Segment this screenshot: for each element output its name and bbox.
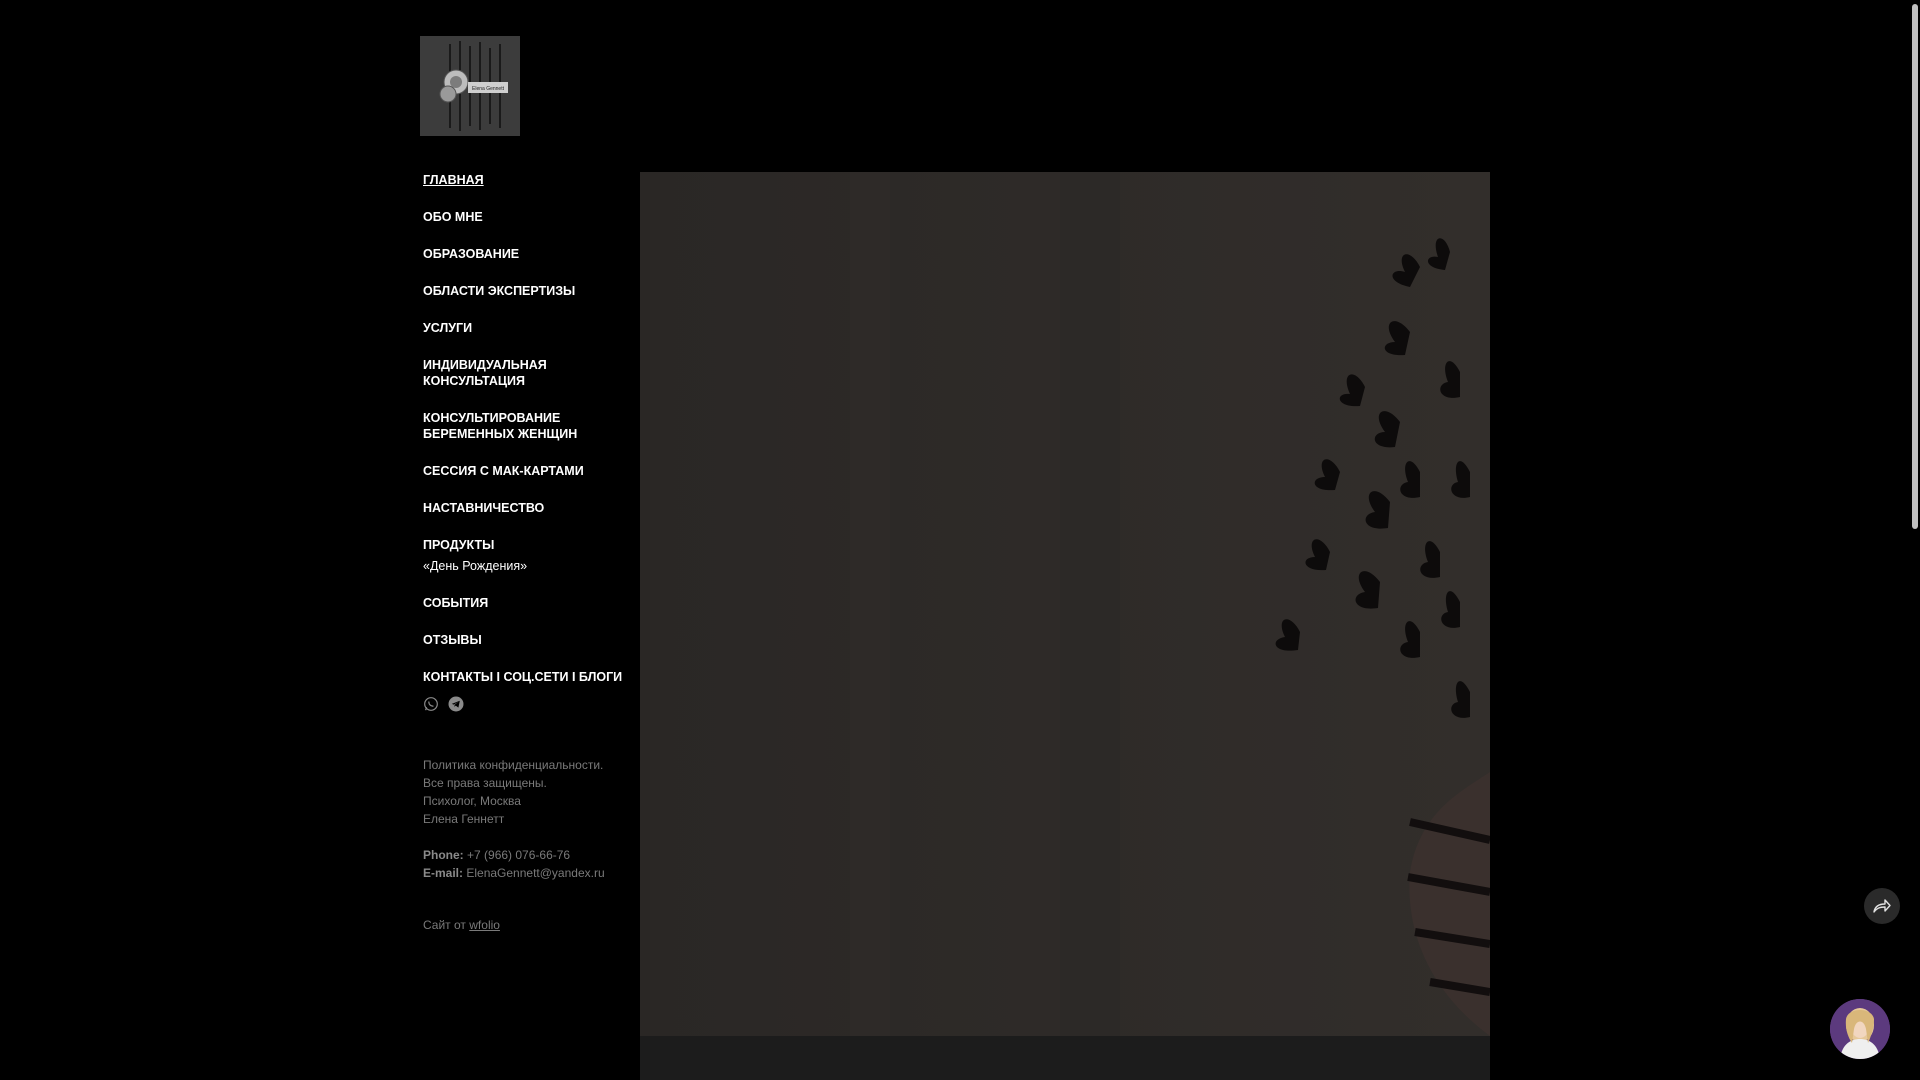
page: Elena Gennett ГЛАВНАЯ ОБО МНЕ ОБРАЗОВАНИ… (0, 0, 1920, 1080)
phone-label: Phone: (423, 848, 464, 862)
chat-avatar-button[interactable] (1830, 999, 1890, 1059)
nav-item-events[interactable]: СОБЫТИЯ (423, 595, 638, 611)
phone-row: Phone: +7 (966) 076-66-76 (423, 846, 638, 864)
nav-item-reviews[interactable]: ОТЗЫВЫ (423, 632, 638, 648)
avatar (1830, 999, 1890, 1059)
contacts: Phone: +7 (966) 076-66-76 E-mail: ElenaG… (423, 846, 638, 882)
whatsapp-icon[interactable] (423, 696, 439, 712)
scrollbar-thumb[interactable] (1912, 4, 1918, 529)
social-links (423, 696, 638, 712)
footer-info: Политика конфиденциальности. Все права з… (423, 756, 638, 828)
location-text: Психолог, Москва (423, 794, 521, 808)
nav-subitem-birthday[interactable]: «День Рождения» (423, 558, 638, 574)
telegram-icon[interactable] (448, 696, 464, 712)
rights-text: Все права защищены. (423, 776, 547, 790)
email-label: E-mail: (423, 866, 464, 880)
phone-value[interactable]: +7 (966) 076-66-76 (467, 848, 570, 862)
nav-item-pregnancy-consulting[interactable]: КОНСУЛЬТИРОВАНИЕ БЕРЕМЕННЫХ ЖЕНЩИН (423, 410, 638, 442)
logo-text: Elena Gennett (472, 86, 505, 92)
share-button[interactable] (1864, 888, 1900, 924)
site-logo[interactable]: Elena Gennett (420, 36, 520, 136)
nav-item-contacts[interactable]: КОНТАКТЫ I СОЦ.СЕТИ I БЛОГИ (423, 669, 638, 685)
nav-item-individual-consultation[interactable]: ИНДИВИДУАЛЬНАЯ КОНСУЛЬТАЦИЯ (423, 357, 638, 389)
hero-bottom-strip (640, 1036, 1490, 1080)
email-value[interactable]: ElenaGennett@yandex.ru (466, 866, 604, 880)
scrollbar[interactable] (1910, 0, 1920, 1080)
nav-item-products[interactable]: ПРОДУКТЫ (423, 537, 638, 553)
email-row: E-mail: ElenaGennett@yandex.ru (423, 864, 638, 882)
butterfly-art (640, 172, 1490, 1036)
nav-item-expertise[interactable]: ОБЛАСТИ ЭКСПЕРТИЗЫ (423, 283, 638, 299)
privacy-policy-link[interactable]: Политика конфиденциальности. (423, 756, 638, 774)
nav-item-education[interactable]: ОБРАЗОВАНИЕ (423, 246, 638, 262)
nav-item-home[interactable]: ГЛАВНАЯ (423, 172, 638, 188)
sidebar-nav: ГЛАВНАЯ ОБО МНЕ ОБРАЗОВАНИЕ ОБЛАСТИ ЭКСП… (423, 172, 638, 934)
nav-item-mentoring[interactable]: НАСТАВНИЧЕСТВО (423, 500, 638, 516)
logo-graphic: Elena Gennett (420, 36, 520, 136)
hero-image (640, 172, 1490, 1036)
credit-link[interactable]: wfolio (469, 918, 500, 932)
nav-item-services[interactable]: УСЛУГИ (423, 320, 638, 336)
credit-prefix: Сайт от (423, 918, 466, 932)
nav-item-about[interactable]: ОБО МНЕ (423, 209, 638, 225)
share-icon (1873, 899, 1891, 913)
site-credit: Сайт от wfolio (423, 916, 638, 934)
nav-item-mak-cards-session[interactable]: СЕССИЯ С МАК-КАРТАМИ (423, 463, 638, 479)
owner-name: Елена Геннетт (423, 812, 505, 826)
